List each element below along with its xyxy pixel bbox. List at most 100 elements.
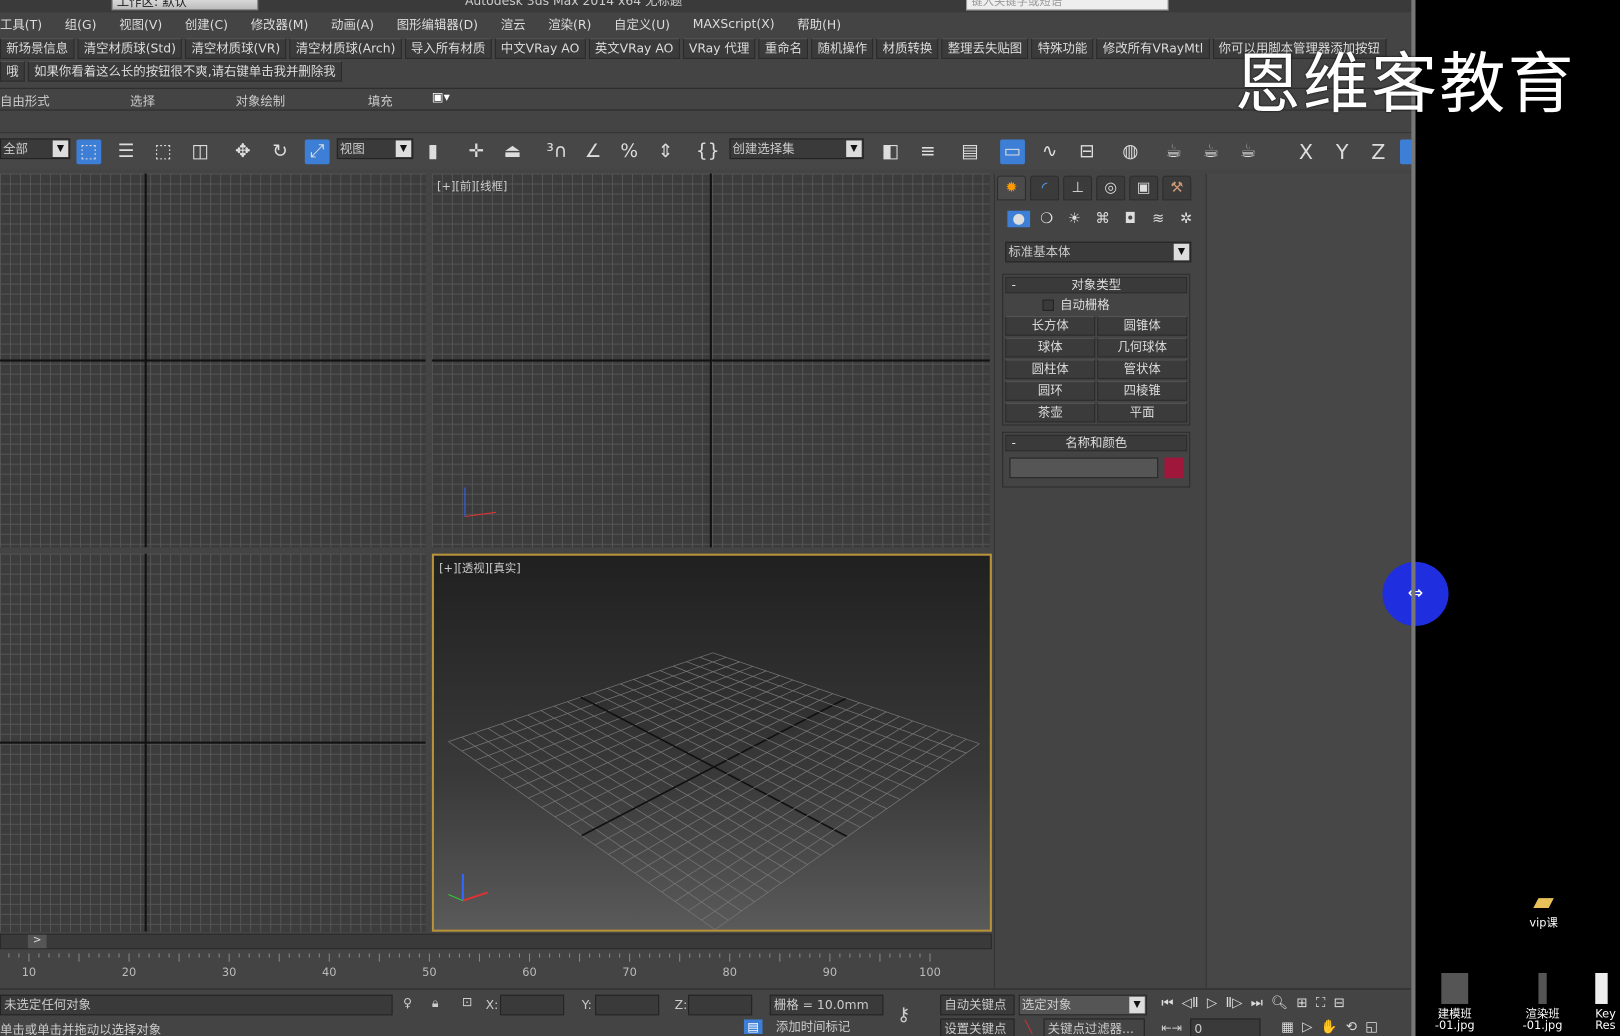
select-by-name-icon[interactable]: ☰ [114,139,139,164]
named-selection-set-dropdown[interactable]: 创建选择集 ▼ [729,138,864,160]
motion-tab-icon[interactable]: ◎ [1096,175,1126,201]
rotate-icon[interactable]: ↻ [268,139,293,164]
custom-script-button[interactable]: 导入所有材质 [404,38,492,59]
absolute-mode-icon[interactable]: ⊡ [462,995,472,1009]
menu-item[interactable]: 图形编辑器(D) [397,15,478,33]
isolate-icon[interactable]: ♀ [403,996,412,1010]
rectangular-selection-icon[interactable]: ⬚ [151,139,176,164]
zoom-all-icon[interactable]: ⊞ [1296,996,1307,1011]
menu-item[interactable]: 自定义(U) [614,15,670,33]
object-type-button[interactable]: 几何球体 [1097,337,1188,358]
angle-snap-icon[interactable]: ∠ [581,139,606,164]
menu-item[interactable]: 渲云 [501,15,526,33]
lights-icon[interactable]: ☀ [1063,211,1086,228]
autogrid-checkbox[interactable]: 自动栅格 [1003,295,1189,314]
ribbon-tab-populate[interactable]: 填充 [368,92,393,110]
key-icon[interactable]: ⚷ [897,1004,911,1026]
custom-script-button[interactable]: 修改所有VRayMtl [1096,38,1210,59]
key-filters-button[interactable]: 关键点过滤器... [1043,1018,1145,1036]
rollout-header[interactable]: - 名称和颜色 [1005,434,1188,452]
ribbon-tab-selection[interactable]: 选择 [130,92,155,110]
rendered-frame-icon[interactable]: ☕ [1199,139,1224,164]
create-tab-icon[interactable]: ✹ [997,175,1026,201]
viewport-front[interactable]: [+][前][线框] [431,173,990,548]
custom-script-button[interactable]: 英文VRay AO [588,38,680,59]
window-crossing-icon[interactable]: ◫ [188,139,213,164]
time-config-icon[interactable]: ▦ [1281,1019,1294,1034]
keyboard-shortcut-override-icon[interactable]: ⏏ [500,139,525,164]
object-color-swatch[interactable] [1164,457,1184,479]
axis-z-button[interactable]: Z [1366,139,1391,164]
axis-x-button[interactable]: X [1294,139,1319,164]
custom-script-button[interactable]: 重命名 [758,38,809,59]
geometry-icon[interactable]: ● [1007,210,1031,228]
render-icon[interactable]: ☕ [1236,139,1261,164]
menu-item[interactable]: 渲染(R) [548,15,591,33]
axis-y-button[interactable]: Y [1330,139,1355,164]
custom-script-button[interactable]: 中文VRay AO [494,38,586,59]
time-slider-next-button[interactable]: > [27,934,47,949]
desktop-folder-vip[interactable]: ▰ vip课 [1513,886,1575,928]
maximize-viewport-icon[interactable]: ◱ [1365,1019,1378,1034]
lock-selection-icon[interactable]: 🔒︎ [432,996,439,1011]
select-object-icon[interactable]: ⬚ [76,139,102,165]
utilities-tab-icon[interactable]: ⚒ [1162,175,1192,201]
helpers-icon[interactable]: ◘ [1119,211,1142,228]
custom-script-button[interactable]: 清空材质球(VR) [185,38,287,59]
custom-script-button[interactable]: 特殊功能 [1031,38,1094,59]
search-input[interactable]: 键入关键字或短语 [966,0,1169,11]
custom-script-button[interactable]: 整理丢失贴图 [941,38,1029,59]
go-to-start-icon[interactable]: ⏮ [1161,996,1173,1011]
object-type-button[interactable]: 长方体 [1005,316,1096,336]
modify-tab-icon[interactable]: ◜ [1030,175,1060,201]
add-time-tag[interactable]: 添加时间标记 [772,1017,887,1036]
custom-script-button[interactable]: 清空材质球(Arch) [289,38,402,59]
menu-item[interactable]: 视图(V) [119,15,162,33]
z-coordinate-input[interactable] [688,994,753,1016]
material-editor-icon[interactable]: ◍ [1118,139,1143,164]
zoom-extents-all-icon[interactable]: ⊟ [1334,996,1345,1011]
shapes-icon[interactable]: ❍ [1035,211,1058,228]
desktop-file[interactable]: 渲染班 -01.jpg [1512,972,1574,1031]
move-icon[interactable]: ✥ [230,139,255,164]
window-edge[interactable] [1411,0,1416,1036]
menu-item[interactable]: MAXScript(X) [693,17,775,31]
custom-script-button[interactable]: 清空材质球(Std) [77,38,183,59]
field-of-view-icon[interactable]: ▷ [1302,1019,1312,1034]
workspace-dropdown[interactable]: 工作区: 默认 [111,0,259,11]
y-coordinate-input[interactable] [595,994,660,1016]
scene-explorer-icon[interactable]: ▭ [1000,139,1025,165]
object-type-button[interactable]: 圆柱体 [1005,359,1096,380]
object-name-input[interactable] [1009,457,1159,479]
schematic-view-icon[interactable]: ⊟ [1075,139,1100,164]
time-tag-icon[interactable]: ▤ [743,1019,763,1034]
set-key-button[interactable]: 设置关键点 [940,1018,1015,1036]
pan-icon[interactable]: ✋ [1321,1019,1338,1034]
space-warps-icon[interactable]: ≋ [1147,211,1170,228]
next-frame-icon[interactable]: Ⅱ▷ [1225,996,1242,1011]
auto-key-button[interactable]: 自动关键点 [940,994,1015,1016]
viewport-bottom-left[interactable] [0,553,426,932]
reference-coord-dropdown[interactable]: 视图 ▼ [336,138,414,160]
play-icon[interactable]: ▷ [1207,996,1217,1011]
key-mode-toggle-icon[interactable]: ⇤⇥ [1161,1021,1182,1035]
menu-item[interactable]: 工具(T) [0,15,42,33]
track-bar-ruler[interactable]: 10 20 30 40 50 60 70 80 90 100 [0,953,992,988]
object-type-button[interactable]: 圆锥体 [1097,316,1188,336]
object-type-button[interactable]: 圆环 [1005,381,1096,401]
custom-script-button[interactable]: 随机操作 [811,38,874,59]
display-tab-icon[interactable]: ▣ [1129,175,1159,201]
scale-icon[interactable]: ⤢ [304,139,330,165]
mirror-icon[interactable]: ◧ [878,139,903,164]
object-type-button[interactable]: 茶壶 [1005,402,1096,423]
align-icon[interactable]: ≡ [915,139,940,164]
render-setup-icon[interactable]: ☕ [1161,139,1186,164]
zoom-extents-icon[interactable]: ⛶ [1316,996,1325,1011]
ribbon-tab-object-paint[interactable]: 对象绘制 [236,92,286,110]
edit-named-selection-icon[interactable]: {} [695,139,720,164]
menu-item[interactable]: 创建(C) [185,15,228,33]
key-mode-dropdown[interactable]: 选定对象 ▼ [1018,994,1147,1016]
rollout-header[interactable]: - 对象类型 [1005,276,1188,294]
viewport-label[interactable]: [+][前][线框] [437,178,507,195]
desktop-file[interactable]: Key Res [1595,972,1620,1031]
